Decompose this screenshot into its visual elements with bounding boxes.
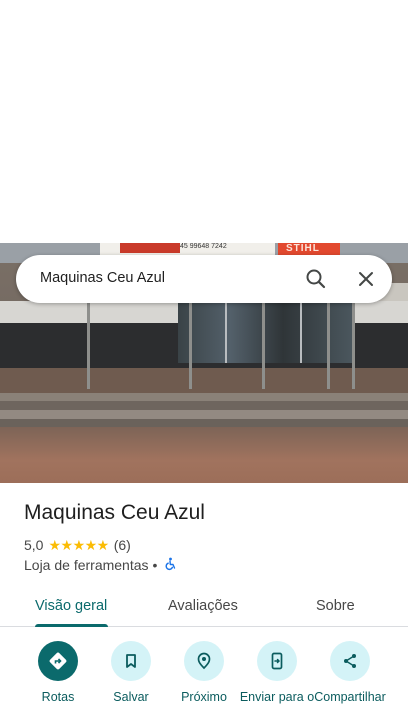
- photo-sign-phone: 45 99648 7242: [180, 243, 227, 250]
- rating-row[interactable]: 5,0 ★★★★★ (6): [24, 536, 131, 554]
- send-to-phone-icon[interactable]: [257, 641, 297, 681]
- place-sheet: Maquinas Ceu Azul 5,0 ★★★★★ (6) Loja de …: [0, 483, 408, 726]
- nearby-button[interactable]: Próximo: [166, 641, 242, 704]
- photo-pole: [327, 301, 330, 389]
- directions-button[interactable]: Rotas: [20, 641, 96, 704]
- photo-step: [0, 401, 408, 410]
- directions-label: Rotas: [41, 690, 75, 704]
- send-to-phone-label: Enviar para o: [239, 690, 315, 704]
- photo-road: [0, 427, 408, 483]
- share-label: Compartilhar: [314, 690, 386, 704]
- photo-sign-red-left: [120, 243, 180, 253]
- search-input[interactable]: Maquinas Ceu Azul: [40, 270, 165, 286]
- photo-step: [0, 410, 408, 419]
- photo-pole: [352, 301, 355, 389]
- send-to-phone-button[interactable]: Enviar para o: [239, 641, 315, 704]
- photo-step: [0, 393, 408, 401]
- wheelchair-accessible-icon: [163, 557, 177, 574]
- place-category: Loja de ferramentas: [24, 557, 149, 573]
- search-bar[interactable]: Maquinas Ceu Azul: [16, 255, 392, 303]
- photo-pole: [262, 301, 265, 389]
- tab-overview[interactable]: Visão geral: [35, 598, 107, 614]
- save-button[interactable]: Salvar: [93, 641, 169, 704]
- tab-bar: Visão geral Avaliações Sobre: [0, 585, 408, 627]
- action-buttons-row: Rotas Salvar Próximo Enviar para o Compa…: [0, 641, 408, 726]
- nearby-icon[interactable]: [184, 641, 224, 681]
- photo-pole: [87, 301, 90, 389]
- photo-floor: [0, 368, 408, 393]
- share-icon[interactable]: [330, 641, 370, 681]
- close-icon[interactable]: [352, 265, 380, 293]
- map-area: [0, 0, 408, 243]
- rating-value: 5,0: [24, 537, 44, 553]
- star-rating-icon: ★★★★★: [48, 536, 109, 553]
- share-button[interactable]: Compartilhar: [312, 641, 388, 704]
- photo-glass-frame: [300, 303, 302, 363]
- tab-about[interactable]: Sobre: [316, 598, 355, 614]
- save-label: Salvar: [113, 690, 149, 704]
- separator-dot: •: [152, 557, 158, 573]
- photo-step: [0, 419, 408, 427]
- photo-sign-brand: STIHL: [286, 243, 320, 254]
- place-title: Maquinas Ceu Azul: [24, 501, 205, 524]
- tab-reviews[interactable]: Avaliações: [168, 598, 238, 614]
- review-count: (6): [113, 537, 131, 553]
- nearby-label: Próximo: [181, 690, 227, 704]
- active-tab-indicator: [35, 624, 108, 627]
- category-row: Loja de ferramentas •: [24, 557, 177, 573]
- search-icon[interactable]: [302, 265, 330, 293]
- directions-icon[interactable]: [38, 641, 78, 681]
- photo-glass-frame: [225, 303, 227, 363]
- bookmark-icon[interactable]: [111, 641, 151, 681]
- photo-pole: [189, 301, 192, 389]
